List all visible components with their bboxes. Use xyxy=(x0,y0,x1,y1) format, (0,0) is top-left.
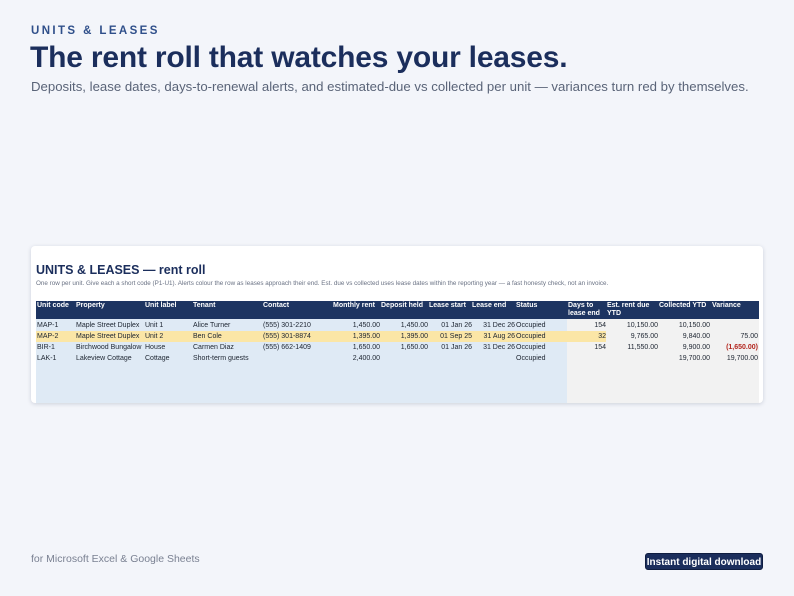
cell-lease-end[interactable]: 31 Dec 26 xyxy=(469,322,515,330)
cell-collected[interactable]: 19,700.00 xyxy=(658,355,710,363)
cell-unit-code[interactable]: LAK-1 xyxy=(37,355,56,363)
cell-variance[interactable]: 19,700.00 xyxy=(708,355,758,363)
col-unit-code[interactable]: Unit code xyxy=(37,302,69,310)
cell-lease-start[interactable]: 01 Jan 26 xyxy=(426,344,472,352)
cell-unit-code[interactable]: BIR-1 xyxy=(37,344,55,352)
sheet-title: UNITS & LEASES — rent roll xyxy=(36,263,206,277)
table-row[interactable]: MAP-1 Maple Street Duplex Unit 1 Alice T… xyxy=(36,320,759,331)
col-est-due-line2[interactable]: YTD xyxy=(607,310,621,318)
cell-property[interactable]: Maple Street Duplex xyxy=(76,333,139,341)
cell-property[interactable]: Maple Street Duplex xyxy=(76,322,139,330)
cell-lease-end[interactable]: 31 Dec 26 xyxy=(469,344,515,352)
col-variance[interactable]: Variance xyxy=(712,302,741,310)
cell-days-to-end[interactable]: 32 xyxy=(576,333,606,341)
col-property[interactable]: Property xyxy=(76,302,105,310)
cell-property[interactable]: Birchwood Bungalow xyxy=(76,344,141,352)
cell-lease-end[interactable]: 31 Aug 26 xyxy=(469,333,515,341)
cell-unit-label[interactable]: Unit 1 xyxy=(145,322,163,330)
col-monthly-rent[interactable]: Monthly rent xyxy=(333,302,375,310)
download-badge[interactable]: Instant digital download xyxy=(645,553,763,570)
cell-deposit-held[interactable]: 1,450.00 xyxy=(374,322,428,330)
cell-unit-label[interactable]: Cottage xyxy=(145,355,170,363)
sheet-instructions: One row per unit. Give each a short code… xyxy=(36,280,609,287)
cell-days-to-end[interactable]: 154 xyxy=(576,344,606,352)
col-est-due-line1[interactable]: Est. rent due xyxy=(607,302,649,310)
cell-est-due[interactable]: 10,150.00 xyxy=(606,322,658,330)
eyebrow-label: UNITS & LEASES xyxy=(31,25,160,37)
cell-variance[interactable]: 75.00 xyxy=(708,333,758,341)
cell-unit-label[interactable]: Unit 2 xyxy=(145,333,163,341)
cell-est-due[interactable]: 9,765.00 xyxy=(606,333,658,341)
rent-roll-grid: Unit code Property Unit label Tenant Con… xyxy=(36,301,759,403)
col-unit-label[interactable]: Unit label xyxy=(145,302,177,310)
col-lease-start[interactable]: Lease start xyxy=(429,302,466,310)
col-lease-end[interactable]: Lease end xyxy=(472,302,506,310)
table-row-alert-calc[interactable]: 9,765.00 9,840.00 75.00 xyxy=(606,331,759,342)
table-row-alert[interactable]: MAP-2 Maple Street Duplex Unit 2 Ben Col… xyxy=(36,331,606,342)
cell-tenant[interactable]: Ben Cole xyxy=(193,333,222,341)
col-status[interactable]: Status xyxy=(516,302,537,310)
cell-status[interactable]: Occupied xyxy=(516,322,546,330)
cell-tenant[interactable]: Alice Turner xyxy=(193,322,230,330)
cell-lease-start[interactable]: 01 Sep 25 xyxy=(426,333,472,341)
cell-tenant[interactable]: Carmen Diaz xyxy=(193,344,234,352)
cell-collected[interactable]: 10,150.00 xyxy=(658,322,710,330)
cell-status[interactable]: Occupied xyxy=(516,355,546,363)
col-days-to-end-line1[interactable]: Days to xyxy=(568,302,593,310)
cell-monthly-rent[interactable]: 2,400.00 xyxy=(326,355,380,363)
page-subline: Deposits, lease dates, days-to-renewal a… xyxy=(31,79,749,94)
cell-status[interactable]: Occupied xyxy=(516,344,546,352)
cell-days-to-end[interactable]: 154 xyxy=(576,322,606,330)
cell-contact[interactable]: (555) 662-1409 xyxy=(263,344,311,352)
cell-contact[interactable]: (555) 301-8874 xyxy=(263,333,311,341)
cell-monthly-rent[interactable]: 1,395.00 xyxy=(326,333,380,341)
cell-variance-negative[interactable]: (1,650.00) xyxy=(708,344,758,352)
table-row[interactable]: LAK-1 Lakeview Cottage Cottage Short-ter… xyxy=(36,353,759,364)
cell-lease-start[interactable]: 01 Jan 26 xyxy=(426,322,472,330)
cell-est-due[interactable]: 11,550.00 xyxy=(606,344,658,352)
spreadsheet-preview-card: UNITS & LEASES — rent roll One row per u… xyxy=(31,246,763,403)
cell-unit-label[interactable]: House xyxy=(145,344,165,352)
cell-property[interactable]: Lakeview Cottage xyxy=(76,355,132,363)
page-headline: The rent roll that watches your leases. xyxy=(30,41,568,74)
cell-unit-code[interactable]: MAP-2 xyxy=(37,333,58,341)
cell-monthly-rent[interactable]: 1,450.00 xyxy=(326,322,380,330)
col-contact[interactable]: Contact xyxy=(263,302,289,310)
table-row[interactable]: BIR-1 Birchwood Bungalow House Carmen Di… xyxy=(36,342,759,353)
cell-collected[interactable]: 9,900.00 xyxy=(658,344,710,352)
col-collected[interactable]: Collected YTD xyxy=(659,302,706,310)
column-header-row: Unit code Property Unit label Tenant Con… xyxy=(36,301,759,319)
compatibility-note: for Microsoft Excel & Google Sheets xyxy=(31,553,200,565)
col-days-to-end-line2[interactable]: lease end xyxy=(568,310,600,318)
cell-unit-code[interactable]: MAP-1 xyxy=(37,322,58,330)
cell-tenant[interactable]: Short-term guests xyxy=(193,355,249,363)
col-deposit-held[interactable]: Deposit held xyxy=(381,302,423,310)
cell-deposit-held[interactable]: 1,650.00 xyxy=(374,344,428,352)
cell-deposit-held[interactable]: 1,395.00 xyxy=(374,333,428,341)
cell-monthly-rent[interactable]: 1,650.00 xyxy=(326,344,380,352)
cell-collected[interactable]: 9,840.00 xyxy=(658,333,710,341)
cell-contact[interactable]: (555) 301-2210 xyxy=(263,322,311,330)
col-tenant[interactable]: Tenant xyxy=(193,302,215,310)
cell-status[interactable]: Occupied xyxy=(516,333,546,341)
